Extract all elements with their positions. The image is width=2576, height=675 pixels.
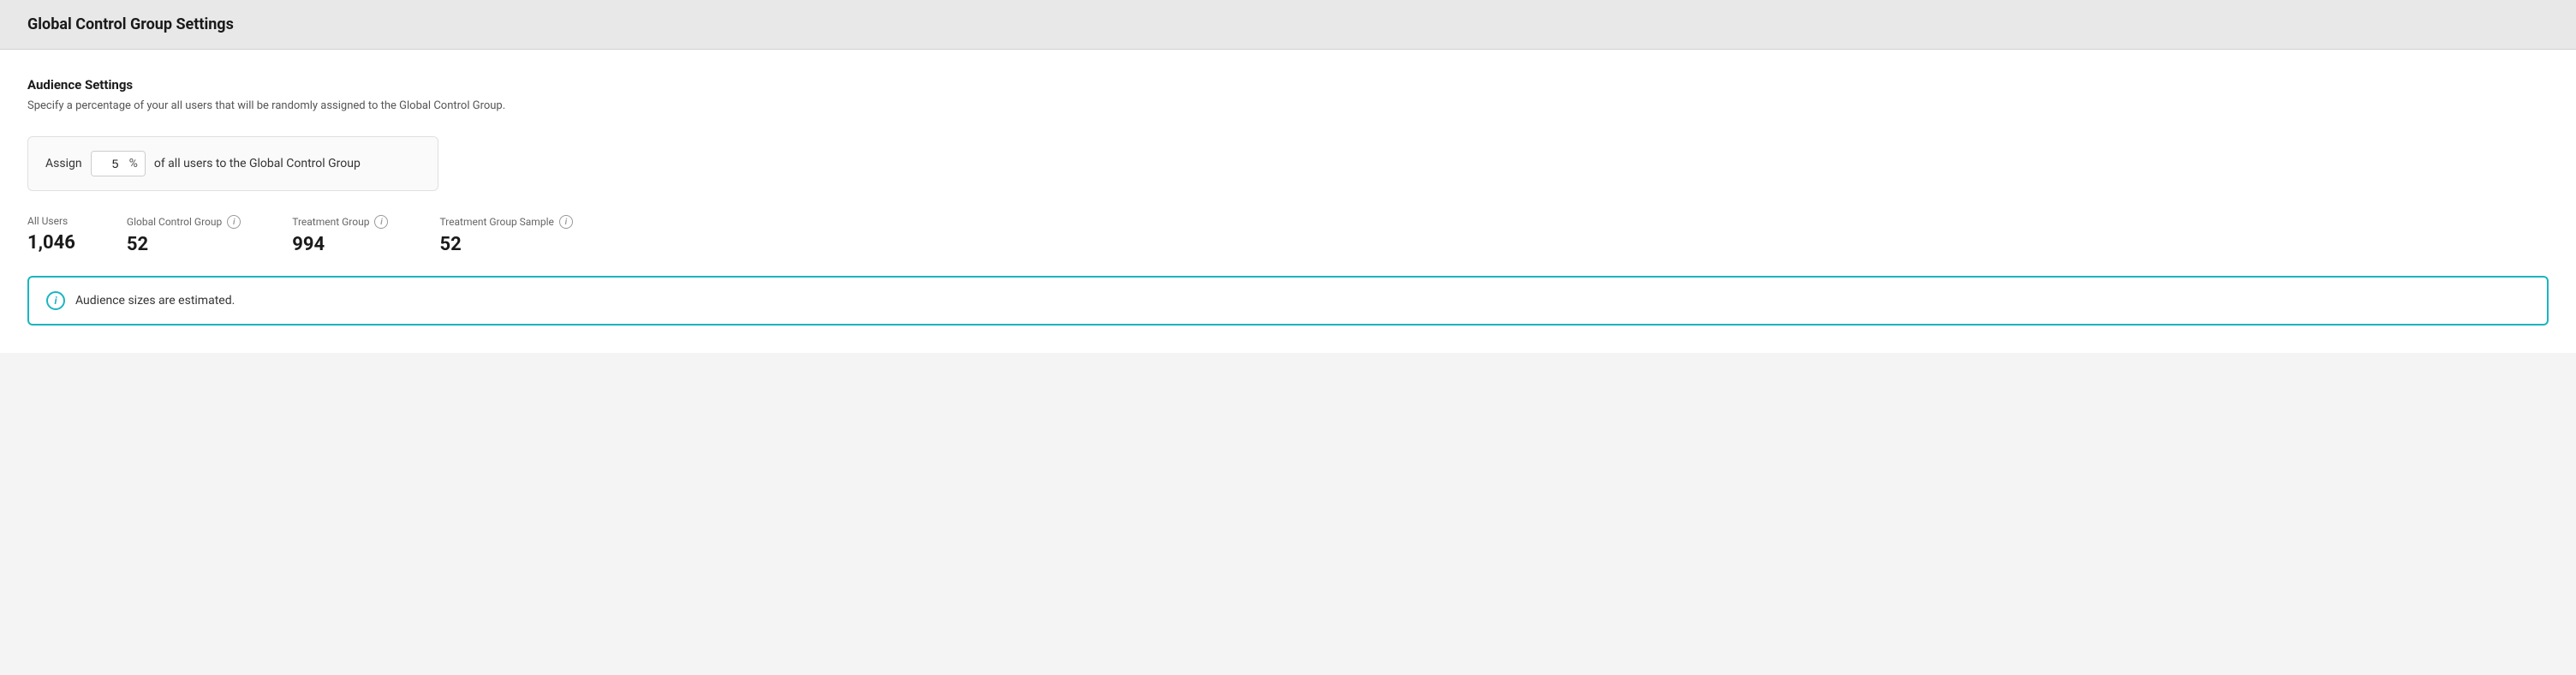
page-content: Audience Settings Specify a percentage o… bbox=[0, 50, 2576, 353]
stat-value-all-users: 1,046 bbox=[27, 232, 75, 254]
stat-item-global-control-group: Global Control Group i 52 bbox=[127, 215, 241, 255]
stat-value-gcg: 52 bbox=[127, 234, 241, 255]
section-title: Audience Settings bbox=[27, 77, 2549, 93]
info-banner: i Audience sizes are estimated. bbox=[27, 276, 2549, 326]
stat-item-all-users: All Users 1,046 bbox=[27, 215, 75, 254]
info-icon-tgs[interactable]: i bbox=[559, 215, 573, 229]
page-header: Global Control Group Settings bbox=[0, 0, 2576, 50]
stat-value-tg: 994 bbox=[292, 234, 388, 255]
stat-label-treatment-group-sample: Treatment Group Sample i bbox=[439, 215, 572, 229]
percent-symbol: % bbox=[126, 152, 145, 176]
info-icon-tg[interactable]: i bbox=[374, 215, 388, 229]
assign-input-wrapper: % bbox=[91, 151, 146, 176]
info-icon-gcg[interactable]: i bbox=[227, 215, 241, 229]
stat-label-text-tgs: Treatment Group Sample bbox=[439, 216, 553, 228]
assign-label: Assign bbox=[45, 157, 82, 170]
stat-value-tgs: 52 bbox=[439, 234, 572, 255]
audience-settings-section: Audience Settings Specify a percentage o… bbox=[27, 77, 2549, 255]
stat-label-global-control-group: Global Control Group i bbox=[127, 215, 241, 229]
stat-label-text-tg: Treatment Group bbox=[292, 216, 369, 228]
stat-label-treatment-group: Treatment Group i bbox=[292, 215, 388, 229]
page-title: Global Control Group Settings bbox=[27, 15, 2549, 33]
stat-label-text-all-users: All Users bbox=[27, 215, 68, 227]
stat-label-all-users: All Users bbox=[27, 215, 75, 227]
assign-input[interactable] bbox=[92, 152, 126, 176]
stat-label-text-gcg: Global Control Group bbox=[127, 216, 222, 228]
assign-text: of all users to the Global Control Group bbox=[154, 157, 361, 170]
info-banner-text: Audience sizes are estimated. bbox=[75, 294, 235, 308]
stat-item-treatment-group-sample: Treatment Group Sample i 52 bbox=[439, 215, 572, 255]
info-banner-icon: i bbox=[46, 291, 65, 310]
stat-item-treatment-group: Treatment Group i 994 bbox=[292, 215, 388, 255]
section-description: Specify a percentage of your all users t… bbox=[27, 99, 2549, 112]
stats-row: All Users 1,046 Global Control Group i 5… bbox=[27, 215, 2549, 255]
assign-row: Assign % of all users to the Global Cont… bbox=[27, 136, 438, 191]
